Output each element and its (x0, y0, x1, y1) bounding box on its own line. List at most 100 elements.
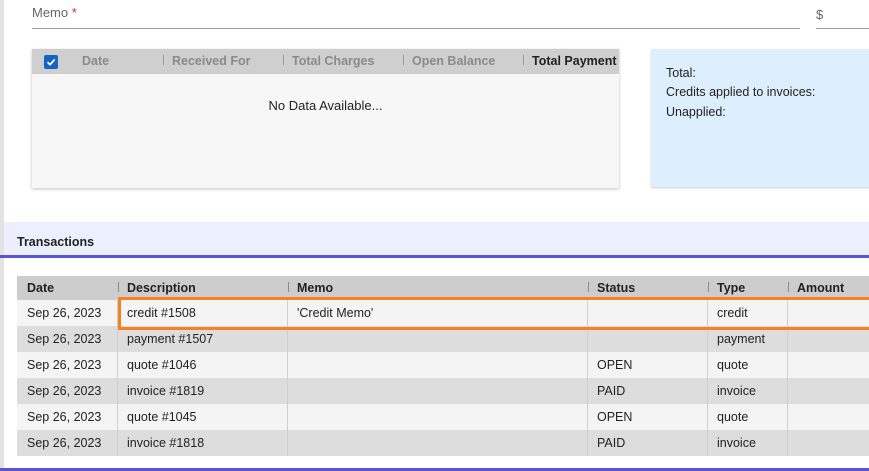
table-row[interactable]: Sep 26, 2023 credit #1508 'Credit Memo' cre… (17, 300, 869, 326)
cell-divider (587, 378, 588, 404)
cell-divider (117, 404, 118, 430)
col-header-type[interactable]: Type (717, 281, 745, 295)
column-divider (588, 282, 589, 292)
cell-divider (117, 352, 118, 378)
table-row[interactable]: Sep 26, 2023 invoice #1818 PAID invoice (17, 430, 869, 456)
memo-input[interactable] (32, 28, 800, 29)
col-header-open-balance[interactable]: Open Balance (412, 54, 495, 68)
transactions-table: Date Description Memo Status Type Amount… (17, 276, 869, 456)
cell-divider (117, 378, 118, 404)
cell-divider (287, 352, 288, 378)
cell-description: quote #1045 (127, 410, 197, 424)
cell-divider (287, 300, 288, 326)
cell-status: PAID (597, 384, 626, 398)
cell-divider (587, 404, 588, 430)
cell-date: Sep 26, 2023 (27, 384, 102, 398)
table-row[interactable]: Sep 26, 2023 payment #1507 payment (17, 326, 869, 352)
cell-date: Sep 26, 2023 (27, 410, 102, 424)
cell-description: invoice #1819 (127, 384, 205, 398)
empty-table-message: No Data Available... (268, 98, 383, 113)
summary-credits-label: Credits applied to invoices: (666, 85, 816, 99)
cell-status: OPEN (597, 410, 633, 424)
transactions-table-body: Sep 26, 2023 credit #1508 'Credit Memo' cre… (17, 300, 869, 456)
cell-status: OPEN (597, 358, 633, 372)
cell-divider (707, 430, 708, 456)
cell-divider (117, 430, 118, 456)
cell-divider (117, 300, 118, 326)
col-header-date[interactable]: Date (82, 54, 109, 68)
cell-divider (787, 352, 788, 378)
cell-divider (787, 430, 788, 456)
col-header-amount[interactable]: Amount (797, 281, 844, 295)
cell-description: quote #1046 (127, 358, 197, 372)
payments-table: Date Received For Total Charges Open Bal… (32, 49, 619, 188)
cell-type: invoice (717, 436, 756, 450)
cell-status: PAID (597, 436, 626, 450)
cell-divider (587, 352, 588, 378)
summary-total-label: Total: (666, 66, 696, 80)
transactions-title: Transactions (17, 235, 95, 249)
cell-divider (707, 404, 708, 430)
cell-type: invoice (717, 384, 756, 398)
cell-description: credit #1508 (127, 306, 196, 320)
required-marker: * (71, 5, 77, 20)
column-divider (788, 282, 789, 292)
cell-divider (587, 430, 588, 456)
cell-description: invoice #1818 (127, 436, 205, 450)
cell-date: Sep 26, 2023 (27, 436, 102, 450)
column-divider (403, 55, 404, 65)
column-divider (118, 282, 119, 292)
cell-divider (287, 378, 288, 404)
cell-date: Sep 26, 2023 (27, 332, 102, 346)
cell-divider (587, 326, 588, 352)
column-divider (163, 55, 164, 65)
cell-divider (707, 326, 708, 352)
cell-divider (787, 378, 788, 404)
col-header-total-charges[interactable]: Total Charges (292, 54, 374, 68)
section-divider (0, 255, 869, 258)
memo-label: Memo * (32, 5, 77, 20)
cell-type: quote (717, 410, 749, 424)
cell-memo: 'Credit Memo' (297, 306, 374, 320)
cell-description: payment #1507 (127, 332, 214, 346)
payments-table-header: Date Received For Total Charges Open Bal… (32, 49, 619, 74)
transactions-section-header[interactable] (4, 222, 869, 255)
cell-type: credit (717, 306, 748, 320)
cell-divider (707, 352, 708, 378)
cell-divider (787, 404, 788, 430)
memo-label-text: Memo (32, 5, 69, 20)
column-divider (288, 282, 289, 292)
cell-divider (707, 378, 708, 404)
cell-type: quote (717, 358, 749, 372)
cell-divider (787, 326, 788, 352)
checkmark-icon (46, 58, 56, 66)
col-header-description[interactable]: Description (127, 281, 196, 295)
column-divider (283, 55, 284, 65)
col-header-received-for[interactable]: Received For (172, 54, 251, 68)
cell-divider (707, 300, 708, 326)
cell-divider (587, 300, 588, 326)
cell-divider (787, 300, 788, 326)
amount-currency-symbol: $ (816, 7, 824, 22)
select-all-checkbox[interactable] (44, 55, 58, 69)
cell-divider (287, 430, 288, 456)
cell-divider (287, 326, 288, 352)
col-header-memo[interactable]: Memo (297, 281, 333, 295)
col-header-date[interactable]: Date (27, 281, 54, 295)
cell-date: Sep 26, 2023 (27, 306, 102, 320)
col-header-total-payment[interactable]: Total Payment (532, 54, 617, 68)
table-row[interactable]: Sep 26, 2023 quote #1045 OPEN quote (17, 404, 869, 430)
table-row[interactable]: Sep 26, 2023 quote #1046 OPEN quote (17, 352, 869, 378)
column-divider (523, 55, 524, 65)
cell-date: Sep 26, 2023 (27, 358, 102, 372)
amount-input[interactable] (816, 28, 869, 29)
cell-divider (117, 326, 118, 352)
cell-divider (287, 404, 288, 430)
payment-summary-panel: Total: Credits applied to invoices: Unap… (651, 49, 869, 187)
summary-unapplied-label: Unapplied: (666, 105, 726, 119)
table-row[interactable]: Sep 26, 2023 invoice #1819 PAID invoice (17, 378, 869, 404)
cell-type: payment (717, 332, 765, 346)
column-divider (708, 282, 709, 292)
transactions-table-header: Date Description Memo Status Type Amount (17, 276, 869, 300)
col-header-status[interactable]: Status (597, 281, 635, 295)
